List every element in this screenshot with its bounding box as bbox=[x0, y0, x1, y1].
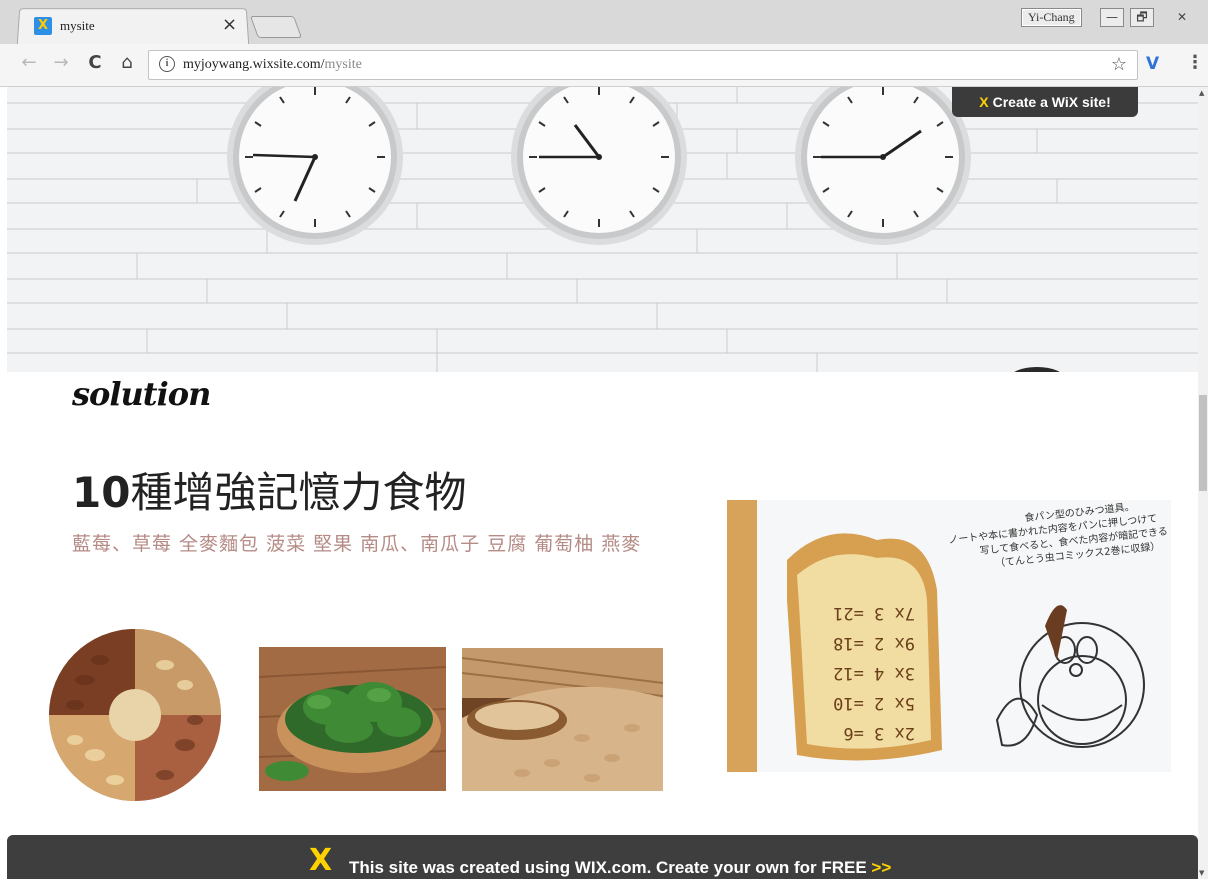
foods-heading-text: 種增強記憶力食物 bbox=[130, 468, 467, 517]
wix-banner-text: This site was created using WIX.com. Cre… bbox=[349, 858, 891, 878]
address-bar[interactable]: i myjoywang.wixsite.com/mysite ☆ bbox=[148, 50, 1138, 80]
toast-line-5: 7x 3 =21 bbox=[833, 603, 915, 623]
back-arrow-icon[interactable]: ← bbox=[18, 52, 40, 74]
wix-banner-arrows: >> bbox=[871, 858, 892, 877]
wix-banner-logo-icon: X bbox=[309, 843, 333, 878]
tab-close-icon[interactable]: × bbox=[222, 14, 237, 35]
wix-favicon-icon: X bbox=[34, 17, 52, 35]
solution-heading: solution bbox=[72, 375, 211, 413]
home-icon[interactable]: ⌂ bbox=[116, 52, 138, 74]
browser-toolbar: ← → C ⌂ i myjoywang.wixsite.com/mysite ☆… bbox=[0, 44, 1208, 87]
create-wix-site-label: Create a WiX site! bbox=[992, 94, 1111, 110]
wix-banner-label: This site was created using WIX.com. Cre… bbox=[349, 858, 872, 877]
forward-arrow-icon[interactable]: → bbox=[50, 52, 72, 74]
reload-icon[interactable]: C bbox=[84, 52, 106, 74]
oats-illustration bbox=[462, 648, 663, 791]
create-wix-site-button[interactable]: X Create a WiX site! bbox=[952, 87, 1138, 117]
toast-line-1: 2x 3 =6 bbox=[843, 723, 915, 743]
memory-toast-image: 2x 3 =6 5x 2 =10 3x 4 =12 9x 2 =18 7x 3 … bbox=[727, 500, 1171, 772]
url-host: myjoywang.wixsite.com/ bbox=[183, 57, 325, 72]
oats-image bbox=[462, 648, 663, 791]
scroll-down-arrow-icon[interactable]: ▼ bbox=[1199, 869, 1204, 877]
hero-clocks-image bbox=[7, 87, 1198, 372]
spinach-image bbox=[259, 647, 446, 791]
foods-heading-number: 10 bbox=[72, 468, 131, 517]
minimize-button[interactable]: — bbox=[1100, 8, 1124, 27]
new-tab-button[interactable] bbox=[249, 16, 303, 38]
foods-heading: 10種增強記憶力食物 bbox=[72, 459, 466, 520]
hero-brick-wall bbox=[7, 87, 1198, 372]
foods-list: 藍莓、草莓 全麥麵包 菠菜 堅果 南瓜、南瓜子 豆腐 葡萄柚 燕麥 bbox=[72, 533, 642, 555]
wix-logo-icon: X bbox=[979, 94, 989, 110]
browser-tab[interactable]: X mysite × bbox=[24, 10, 244, 42]
extension-v-icon[interactable]: V bbox=[1146, 54, 1159, 74]
scroll-thumb[interactable] bbox=[1199, 395, 1207, 491]
url-text[interactable]: myjoywang.wixsite.com/mysite bbox=[183, 57, 362, 73]
spinach-illustration bbox=[259, 647, 446, 791]
toast-line-2: 5x 2 =10 bbox=[833, 693, 915, 713]
toast-line-3: 3x 4 =12 bbox=[833, 663, 915, 683]
profile-button[interactable]: Yi-Chang bbox=[1021, 8, 1082, 27]
close-window-button[interactable]: ✕ bbox=[1170, 8, 1194, 27]
mixed-nuts-image bbox=[49, 629, 221, 801]
tab-title: mysite bbox=[60, 18, 95, 33]
page-scrollbar[interactable]: ▲ ▼ bbox=[1198, 87, 1208, 879]
info-icon[interactable]: i bbox=[159, 56, 175, 72]
memory-toast-illustration: 2x 3 =6 5x 2 =10 3x 4 =12 9x 2 =18 7x 3 … bbox=[727, 500, 1171, 772]
toast-line-4: 9x 2 =18 bbox=[833, 633, 915, 653]
wix-footer-banner[interactable]: X This site was created using WIX.com. C… bbox=[7, 835, 1198, 879]
tab-strip: X mysite × Yi-Chang — 🗗 ✕ bbox=[0, 0, 1208, 46]
page-viewport: X Create a WiX site! solution 10種增強記憶力食物 … bbox=[0, 87, 1198, 879]
scroll-up-arrow-icon[interactable]: ▲ bbox=[1199, 89, 1204, 97]
url-path: mysite bbox=[324, 57, 362, 72]
restore-button[interactable]: 🗗 bbox=[1130, 8, 1154, 27]
bookmark-star-icon[interactable]: ☆ bbox=[1111, 54, 1127, 75]
browser-menu-icon[interactable]: ⋮ bbox=[1186, 52, 1204, 73]
